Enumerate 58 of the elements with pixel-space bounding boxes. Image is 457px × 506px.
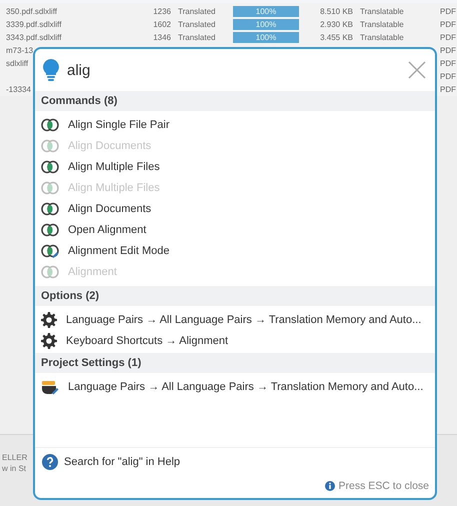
- close-hint: Press ESC to close: [338, 480, 429, 492]
- panel-label: ELLER: [2, 453, 28, 462]
- status-cell-text: Translated: [177, 33, 216, 42]
- lightbulb-icon: [43, 59, 59, 81]
- toggle-icon: [41, 118, 59, 132]
- format-cell-text: PDF: [439, 85, 457, 94]
- result-item[interactable]: Open Alignment: [35, 219, 435, 240]
- settings-icon: [41, 312, 57, 328]
- toggle-icon: [41, 160, 59, 174]
- progress-bar: 100%: [233, 6, 299, 17]
- project-settings-icon: [41, 378, 59, 394]
- size-cell-text: 8.510 KB: [319, 7, 354, 16]
- info-icon: [324, 481, 335, 491]
- result-item[interactable]: Language Pairs → All Language Pairs → Translation Memory and Auto...: [35, 309, 435, 330]
- status-cell-text: Translated: [177, 20, 216, 29]
- file-name-cell-text: 3343.pdf.sdlxliff: [5, 33, 62, 42]
- progress-bar: 100%: [233, 19, 299, 30]
- file-name-cell-text: 3339.pdf.sdlxliff: [5, 20, 62, 29]
- settings-icon: [41, 332, 57, 348]
- file-name-cell-text: -13334: [5, 85, 32, 94]
- progress-bar: 100%: [233, 32, 299, 43]
- size-cell-text: 2.930 KB: [319, 20, 354, 29]
- toggle-icon: [41, 264, 59, 278]
- section-header: Options (2): [35, 286, 435, 306]
- file-name-cell-text: m73-13: [5, 46, 34, 55]
- format-cell-text: PDF: [439, 59, 457, 68]
- section-header: Project Settings (1): [35, 353, 435, 373]
- search-field[interactable]: alig: [67, 62, 397, 78]
- result-item[interactable]: Align Multiple Files: [35, 156, 435, 177]
- toggle-icon: [41, 222, 59, 236]
- help-icon: [42, 454, 58, 470]
- edit-mode-icon: [41, 244, 59, 258]
- type-cell-text: Translatable: [359, 20, 405, 29]
- format-cell-text: PDF: [439, 33, 457, 42]
- result-item[interactable]: Keyboard Shortcuts → Alignment: [35, 330, 435, 351]
- panel-label: w in St: [2, 464, 26, 473]
- toggle-icon: [41, 138, 59, 152]
- format-cell-text: PDF: [439, 7, 457, 16]
- file-name-cell-text: sdlxliff: [5, 59, 30, 68]
- word-count-cell-text: 1236: [152, 7, 172, 16]
- result-item[interactable]: Alignment Edit Mode: [35, 240, 435, 261]
- word-count-cell-text: 1602: [152, 20, 172, 29]
- section-header: Commands (8): [35, 91, 435, 111]
- result-item[interactable]: Align Documents: [35, 198, 435, 219]
- status-cell-text: Translated: [177, 7, 216, 16]
- file-name-cell-text: 350.pdf.sdlxliff: [5, 7, 58, 16]
- help-link[interactable]: Search for "alig" in Help: [42, 454, 180, 470]
- result-item[interactable]: Language Pairs → All Language Pairs → Translation Memory and Auto...: [35, 376, 435, 397]
- type-cell-text: Translatable: [359, 7, 405, 16]
- toggle-icon: [41, 202, 59, 216]
- format-cell-text: PDF: [439, 20, 457, 29]
- toggle-icon: [41, 180, 59, 194]
- size-cell-text: 3.455 KB: [319, 33, 354, 42]
- type-cell-text: Translatable: [359, 33, 405, 42]
- format-cell-text: PDF: [439, 72, 457, 81]
- word-count-cell-text: 1346: [152, 33, 172, 42]
- result-item[interactable]: Align Single File Pair: [35, 114, 435, 135]
- format-cell-text: PDF: [439, 46, 457, 55]
